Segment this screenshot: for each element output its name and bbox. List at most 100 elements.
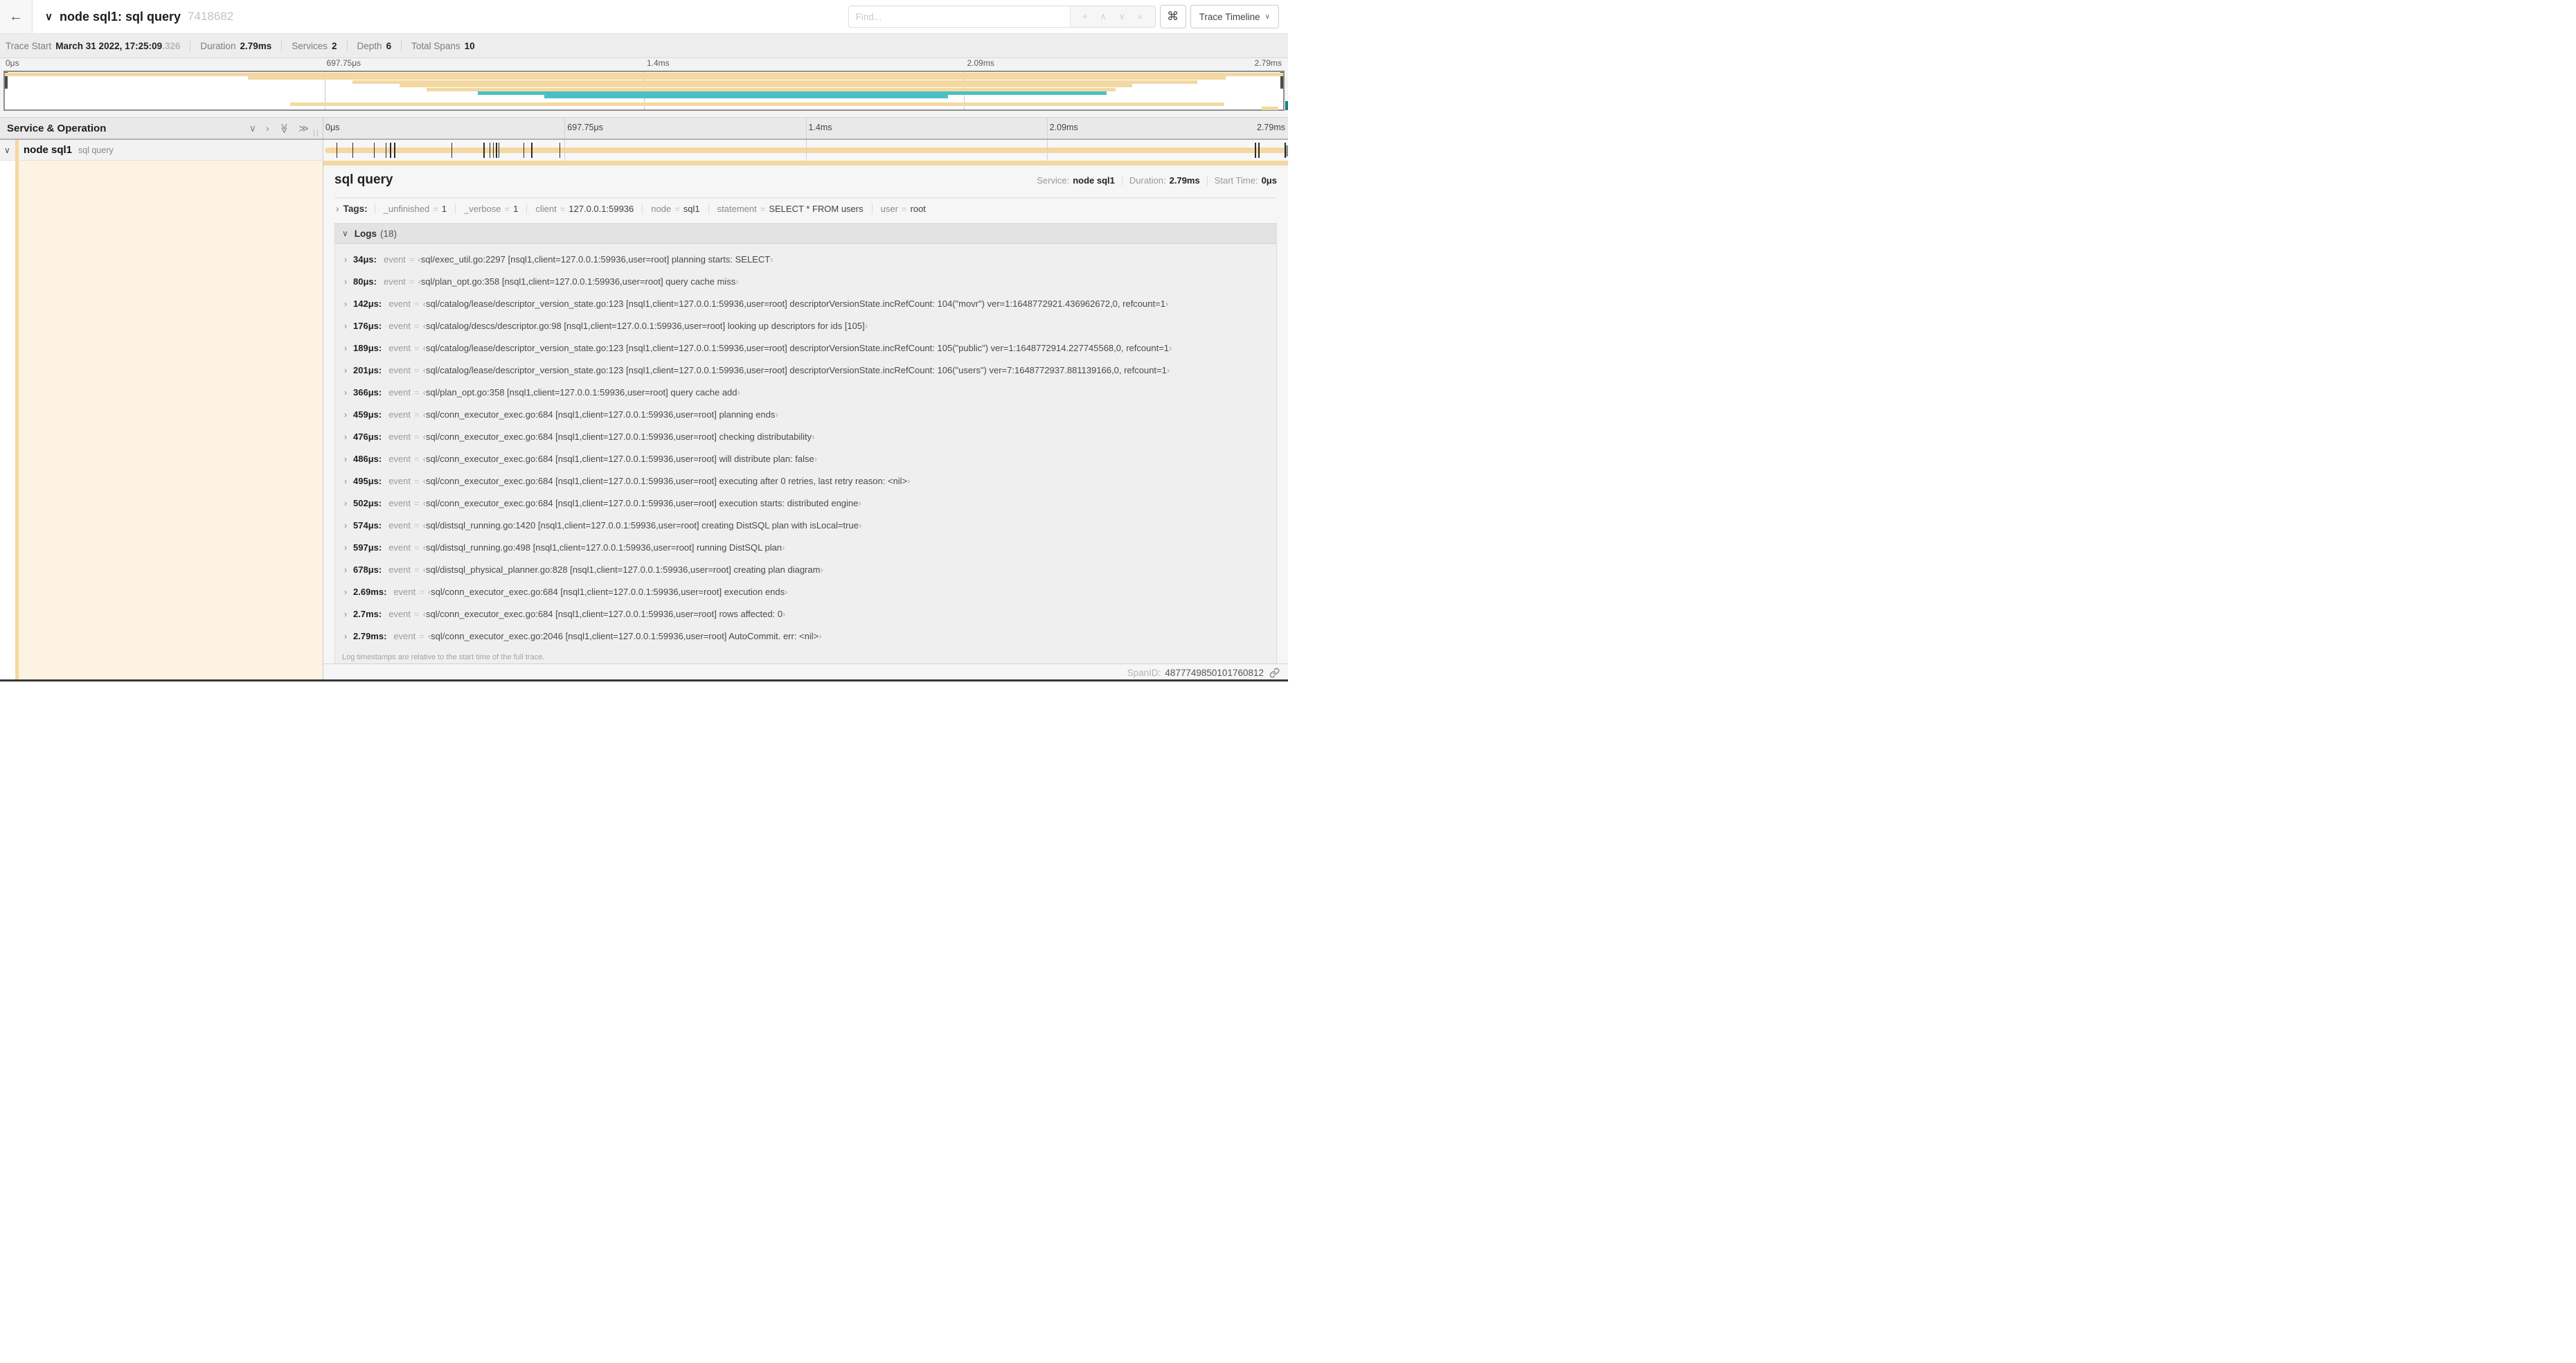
find-input[interactable] bbox=[848, 6, 1070, 27]
tag-equals: = bbox=[433, 203, 438, 214]
tag-key: _verbose bbox=[464, 203, 501, 214]
minimap-span-bar[interactable] bbox=[1261, 106, 1278, 110]
chevron-right-icon: › bbox=[343, 320, 348, 331]
span-log-marker[interactable] bbox=[336, 143, 338, 158]
tags-row[interactable]: › Tags: _unfinished = 1 _verbose = 1 client = 12… bbox=[334, 199, 1277, 217]
find-icon-group: ⌖ ∧ ∨ × bbox=[1069, 6, 1155, 27]
minimap-span-bar[interactable] bbox=[352, 80, 1198, 84]
span-log-marker[interactable] bbox=[451, 143, 453, 158]
log-row[interactable]: › 2.7ms: event = ‹ sql/conn_executor_exec.go:… bbox=[341, 603, 1276, 625]
log-row[interactable]: › 142μs: event = ‹ sql/catalog/lease/descript… bbox=[341, 292, 1276, 314]
minimap-span-bar[interactable] bbox=[544, 95, 949, 99]
span-log-marker[interactable] bbox=[492, 143, 494, 158]
log-row[interactable]: › 486μs: event = ‹ sql/conn_executor_exec.go:… bbox=[341, 447, 1276, 470]
tag-item: _unfinished = 1 bbox=[374, 203, 455, 214]
tags-list: _unfinished = 1 _verbose = 1 client = 127.0.0.1:… bbox=[374, 203, 934, 214]
close-quote: › bbox=[819, 630, 822, 641]
keyboard-shortcuts-button[interactable]: ⌘ bbox=[1159, 5, 1186, 28]
log-field-key: event bbox=[388, 431, 411, 442]
span-log-marker[interactable] bbox=[373, 143, 375, 158]
log-row[interactable]: › 201μs: event = ‹ sql/catalog/lease/descript… bbox=[341, 359, 1276, 381]
scrollbar-fragment[interactable] bbox=[1285, 101, 1288, 110]
close-quote: › bbox=[775, 409, 778, 420]
log-row[interactable]: › 574μs: event = ‹ sql/distsql_running.go:142… bbox=[341, 514, 1276, 536]
minimap-canvas[interactable] bbox=[3, 71, 1285, 111]
log-row[interactable]: › 597μs: event = ‹ sql/distsql_running.go:498… bbox=[341, 536, 1276, 558]
log-field-value: sql/catalog/lease/descriptor_version_sta… bbox=[425, 364, 1167, 375]
trace-timeline-page: ← ∨ node sql1: sql query 7418682 ⌖ ∧ ∨ ×… bbox=[0, 0, 1288, 682]
minimap-span-bar[interactable] bbox=[478, 91, 1107, 95]
span-log-marker[interactable] bbox=[559, 143, 560, 158]
log-row[interactable]: › 366μs: event = ‹ sql/plan_opt.go:358 [nsql1… bbox=[341, 381, 1276, 403]
span-log-marker[interactable] bbox=[1258, 143, 1260, 158]
minimap-span-bar[interactable] bbox=[5, 73, 1283, 76]
clear-icon[interactable]: × bbox=[1137, 12, 1143, 22]
span-row-name-cell[interactable]: ∨ node sql1 sql query bbox=[0, 140, 323, 161]
trace-minimap[interactable]: 0μs 697.75μs 1.4ms 2.09ms 2.79ms bbox=[0, 58, 1288, 112]
span-row[interactable]: ∨ node sql1 sql query bbox=[0, 140, 1288, 161]
trace-meta-item: Services 2 bbox=[281, 40, 337, 51]
minimap-span-bar[interactable] bbox=[427, 87, 1116, 91]
log-row[interactable]: › 189μs: event = ‹ sql/catalog/lease/descript… bbox=[341, 337, 1276, 359]
span-log-marker[interactable] bbox=[1255, 143, 1256, 158]
span-log-marker[interactable] bbox=[352, 143, 354, 158]
log-field-key: event bbox=[388, 453, 411, 464]
tag-value: 127.0.0.1:59936 bbox=[569, 203, 634, 214]
log-row[interactable]: › 80μs: event = ‹ sql/plan_opt.go:358 [nsql1,… bbox=[341, 270, 1276, 292]
minimap-span-bar[interactable] bbox=[400, 84, 1133, 88]
chevron-down-icon[interactable]: ∨ bbox=[249, 123, 256, 134]
chevron-right-icon: › bbox=[343, 342, 348, 353]
span-log-marker[interactable] bbox=[394, 143, 395, 158]
chevron-down-icon[interactable]: ∨ bbox=[4, 145, 10, 155]
selected-span-bar[interactable] bbox=[323, 161, 1288, 166]
tag-key: user bbox=[880, 203, 898, 214]
span-row-timeline-cell[interactable] bbox=[323, 140, 1288, 161]
log-field-value: sql/exec_util.go:2297 [nsql1,client=127.… bbox=[420, 253, 771, 265]
span-log-marker[interactable] bbox=[531, 143, 533, 158]
minimap-span-bar[interactable] bbox=[247, 76, 1226, 80]
log-field-value: sql/catalog/lease/descriptor_version_sta… bbox=[425, 298, 1165, 309]
chevron-up-icon[interactable]: ∧ bbox=[1100, 11, 1107, 22]
log-field-value: sql/conn_executor_exec.go:684 [nsql1,cli… bbox=[425, 608, 783, 619]
timeline-tick-label: 0μs bbox=[325, 123, 340, 132]
span-log-marker[interactable] bbox=[496, 143, 497, 158]
log-timestamp: 495μs: bbox=[353, 475, 382, 486]
span-log-marker[interactable] bbox=[385, 143, 387, 158]
scrollbar-fragment[interactable] bbox=[1286, 145, 1288, 157]
back-button[interactable]: ← bbox=[0, 0, 33, 33]
log-row[interactable]: › 476μs: event = ‹ sql/conn_executor_exec.go:… bbox=[341, 425, 1276, 447]
logs-header[interactable]: ∨ Logs (18) bbox=[335, 224, 1276, 244]
chevron-down-icon[interactable]: ∨ bbox=[1118, 11, 1125, 22]
log-field-key: event bbox=[393, 586, 416, 597]
trace-title: node sql1: sql query bbox=[59, 9, 181, 24]
log-row[interactable]: › 459μs: event = ‹ sql/conn_executor_exec.go:… bbox=[341, 403, 1276, 425]
view-selector-button[interactable]: Trace Timeline ∨ bbox=[1190, 5, 1279, 28]
log-timestamp: 201μs: bbox=[353, 364, 382, 375]
log-row[interactable]: › 2.69ms: event = ‹ sql/conn_executor_exec.go… bbox=[341, 580, 1276, 603]
minimap-span-bar[interactable] bbox=[289, 103, 1225, 107]
span-log-marker[interactable] bbox=[523, 143, 525, 158]
chevron-right-icon[interactable]: › bbox=[266, 123, 269, 134]
log-row[interactable]: › 176μs: event = ‹ sql/catalog/descs/descript… bbox=[341, 314, 1276, 337]
log-field-value: sql/catalog/lease/descriptor_version_sta… bbox=[425, 342, 1170, 353]
log-row[interactable]: › 495μs: event = ‹ sql/conn_executor_exec.go:… bbox=[341, 470, 1276, 492]
log-row[interactable]: › 502μs: event = ‹ sql/conn_executor_exec.go:… bbox=[341, 492, 1276, 514]
timeline-ruler: 0μs 697.75μs 1.4ms 2.09ms 2.79ms bbox=[323, 118, 1288, 139]
span-log-marker[interactable] bbox=[390, 143, 391, 158]
log-row[interactable]: › 2.79ms: event = ‹ sql/conn_executor_exec.go… bbox=[341, 625, 1276, 647]
log-row[interactable]: › 678μs: event = ‹ sql/distsql_physical_plann… bbox=[341, 558, 1276, 580]
log-timestamp: 597μs: bbox=[353, 542, 382, 553]
column-resize-grip[interactable] bbox=[314, 130, 318, 136]
log-row[interactable]: › 34μs: event = ‹ sql/exec_util.go:2297 [nsql… bbox=[341, 248, 1276, 270]
span-log-marker[interactable] bbox=[498, 143, 500, 158]
trace-collapse-icon[interactable]: ∨ bbox=[45, 10, 53, 23]
trace-meta-item: Trace Start March 31 2022, 17:25:09.326 bbox=[6, 41, 180, 51]
double-chevron-right-icon[interactable]: ≫ bbox=[298, 123, 309, 134]
deep-link-icon[interactable] bbox=[1269, 668, 1280, 678]
timeline-gridline bbox=[1046, 118, 1048, 139]
span-log-marker[interactable] bbox=[489, 143, 491, 158]
log-equals: = bbox=[414, 475, 420, 486]
locate-icon[interactable]: ⌖ bbox=[1082, 11, 1087, 22]
double-chevron-down-icon[interactable]: ≫ bbox=[278, 123, 290, 134]
span-log-marker[interactable] bbox=[483, 143, 485, 158]
